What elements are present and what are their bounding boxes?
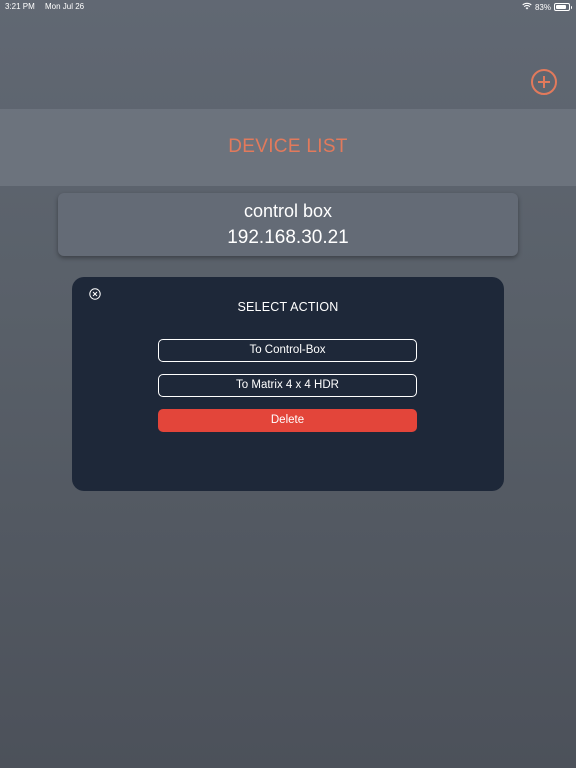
to-matrix-button[interactable]: To Matrix 4 x 4 HDR: [158, 374, 417, 397]
select-action-modal: SELECT ACTION To Control-Box To Matrix 4…: [72, 277, 504, 491]
status-date: Mon Jul 26: [45, 2, 85, 11]
status-time: 3:21 PM: [5, 2, 35, 11]
device-name: control box: [243, 201, 333, 221]
battery-percent: 83%: [534, 2, 551, 12]
status-bar: 3:21 PM Mon Jul 26 83%: [0, 0, 576, 14]
device-ip: 192.168.30.21: [227, 227, 349, 248]
delete-button[interactable]: Delete: [158, 409, 417, 432]
close-circle-icon: [89, 288, 101, 300]
device-card[interactable]: control box 192.168.30.21: [58, 193, 518, 256]
battery-icon: [554, 3, 572, 11]
add-device-button[interactable]: [531, 69, 557, 95]
wifi-icon: [522, 2, 532, 12]
status-right: 83%: [522, 2, 572, 12]
close-button[interactable]: [89, 287, 101, 300]
header-band: DEVICE LIST: [0, 109, 576, 186]
plus-circle-icon: [538, 76, 550, 88]
battery-fill: [556, 5, 566, 9]
modal-title: SELECT ACTION: [237, 300, 339, 314]
page-title: DEVICE LIST: [228, 136, 348, 157]
to-control-box-button[interactable]: To Control-Box: [158, 339, 417, 362]
